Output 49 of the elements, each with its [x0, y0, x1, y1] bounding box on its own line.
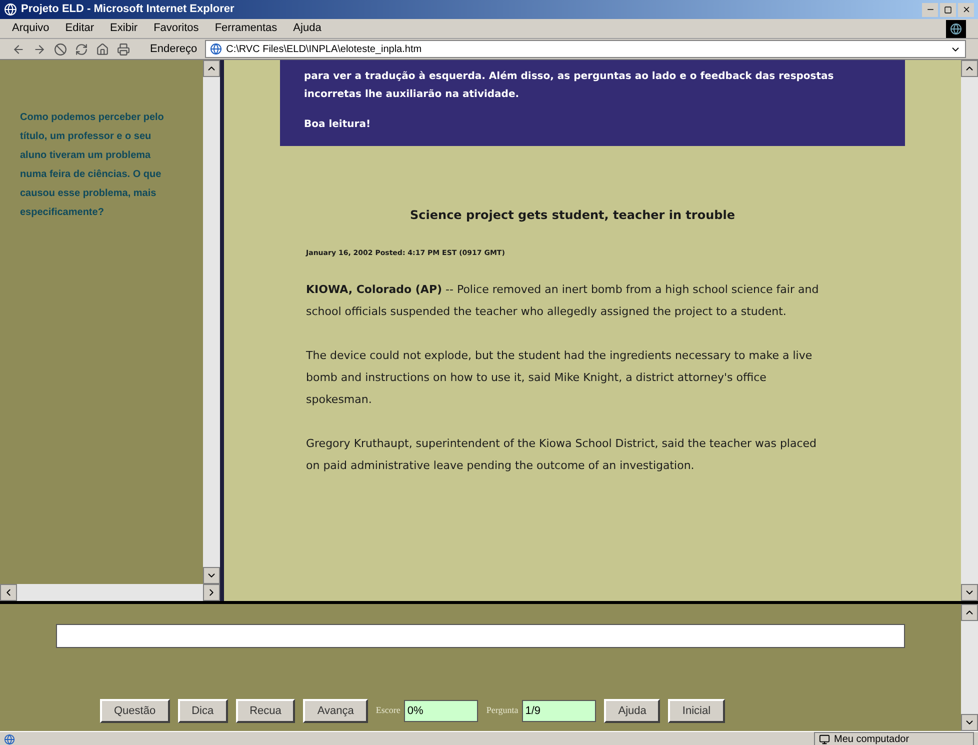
scrollbar[interactable] — [961, 60, 978, 601]
close-button[interactable] — [958, 2, 974, 16]
menu-item[interactable]: Favoritos — [154, 20, 199, 37]
toolbar-button[interactable]: Inicial — [668, 699, 725, 723]
browser-icon — [4, 3, 17, 16]
forward-icon[interactable] — [33, 42, 46, 56]
scrollbar[interactable] — [203, 60, 220, 584]
article-paragraph: The device could not explode, but the student had the ingredients necessary to make a live bomb and instructions on how to use it, said Mike Knight, a district attorney's office spokesman. — [306, 348, 814, 408]
field-label: Escore — [376, 704, 400, 718]
question-text: Como podemos perceber pelo título, um professor e o seu aluno tiveram um problema numa feira de ciências. O que causou esse problema, mais especificamente? — [20, 111, 165, 220]
article-paragraph: KIOWA, Colorado (AP) -- Police removed an inert bomb from a high school science fair and school officials suspended the teacher who allegedly assigned the project to a student. — [306, 282, 820, 320]
value-field[interactable]: 0% — [404, 700, 478, 722]
home-icon[interactable] — [96, 42, 109, 56]
intro-text: para ver a tradução à esquerda. Além disso, as perguntas ao lado e o feedback das respostas incorretas lhe auxiliarão na atividade. — [304, 70, 835, 102]
toolbar-button[interactable]: Avança — [303, 699, 368, 723]
article-headline: Science project gets student, teacher in trouble — [409, 207, 736, 224]
scrollbar[interactable] — [0, 584, 220, 601]
printer-icon[interactable] — [117, 42, 130, 56]
page-icon — [210, 43, 222, 55]
value-field[interactable]: 1/9 — [522, 700, 596, 722]
toolbar-button[interactable]: Questão — [100, 699, 170, 723]
menu-item[interactable]: Ajuda — [293, 20, 322, 37]
menu-item[interactable]: Exibir — [110, 20, 138, 37]
minimize-button[interactable] — [922, 2, 938, 16]
window-title: Projeto ELD - Microsoft Internet Explorer — [21, 2, 234, 18]
feedback-field[interactable] — [56, 624, 905, 648]
intro-text: Boa leitura! — [304, 118, 372, 132]
field-label: Pergunta — [486, 704, 518, 718]
zone-text: Meu computador — [834, 732, 910, 745]
stop-icon[interactable] — [54, 42, 67, 56]
back-icon[interactable] — [12, 42, 25, 56]
menu-item[interactable]: Arquivo — [12, 20, 50, 37]
refresh-icon[interactable] — [75, 42, 88, 56]
address-text: C:\RVC Files\ELD\INPLA\eloteste_inpla.htm — [226, 42, 422, 56]
menu-item[interactable]: Editar — [65, 20, 94, 37]
toolbar-button[interactable]: Recua — [236, 699, 296, 723]
scrollbar[interactable] — [961, 604, 978, 731]
browser-logo-icon — [946, 20, 966, 38]
maximize-icon — [944, 6, 952, 14]
menu-item[interactable]: Ferramentas — [214, 20, 278, 37]
address-field[interactable]: C:\RVC Files\ELD\INPLA\eloteste_inpla.htm — [205, 40, 966, 58]
toolbar-button[interactable]: Dica — [178, 699, 228, 723]
address-label: Endereço — [150, 42, 198, 57]
computer-icon — [819, 734, 830, 744]
article-paragraph: Gregory Kruthaupt, superintendent of the Kiowa School District, said the teacher was placed on paid administrative leave pending the outcome of an investigation. — [306, 436, 818, 474]
toolbar-button[interactable]: Ajuda — [604, 699, 660, 723]
close-icon — [962, 5, 970, 14]
page-icon — [4, 734, 15, 744]
maximize-button[interactable] — [940, 2, 956, 16]
